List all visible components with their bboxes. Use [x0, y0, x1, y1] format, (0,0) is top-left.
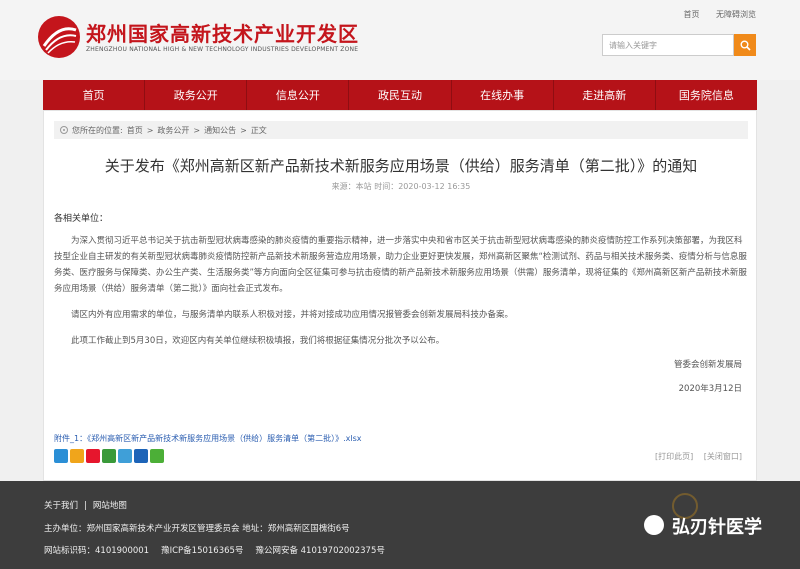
main-nav: 首页 政务公开 信息公开 政民互动 在线办事 走进高新 国务院信息 [43, 80, 757, 110]
article-paragraph: 为深入贯彻习近平总书记关于抗击新型冠状病毒感染的肺炎疫情的重要指示精神，进一步落… [54, 236, 747, 294]
breadcrumb-separator: > [240, 125, 247, 135]
share-renren-icon[interactable] [134, 449, 148, 463]
nav-home[interactable]: 首页 [43, 80, 146, 110]
breadcrumb: 您所在的位置: 首页 > 政务公开 > 通知公告 > 正文 [54, 121, 748, 139]
page-actions: [打印此页] [关闭窗口] [647, 451, 742, 462]
breadcrumb-item-gov-affairs[interactable]: 政务公开 [157, 125, 189, 136]
search-icon [740, 40, 751, 51]
breadcrumb-item-current: 正文 [250, 125, 267, 135]
footer-links: 关于我们 | 网站地图 [44, 499, 127, 511]
location-pin-icon [60, 126, 68, 134]
article-panel: 您所在的位置: 首页 > 政务公开 > 通知公告 > 正文 关于发布《郑州高新区… [43, 110, 757, 481]
top-link-accessibility[interactable]: 无障碍浏览 [716, 10, 756, 19]
footer-host: 主办单位：郑州国家高新技术产业开发区管理委员会 地址：郑州高新区国槐街6号 [44, 524, 350, 534]
print-page-button[interactable]: [打印此页] [655, 452, 693, 461]
breadcrumb-item-home[interactable]: 首页 [127, 125, 143, 136]
footer-police[interactable]: 豫公网安备 41019702002375号 [255, 546, 384, 556]
article-paragraph: 请区内外有应用需求的单位，与服务清单内联系人积极对接，并将对接成功应用情况报管委… [71, 310, 514, 320]
nav-interaction[interactable]: 政民互动 [349, 80, 452, 110]
breadcrumb-prefix: 您所在的位置: [72, 125, 123, 135]
share-weibo-icon[interactable] [86, 449, 100, 463]
nav-state-council[interactable]: 国务院信息 [656, 80, 757, 110]
footer-icp[interactable]: 豫ICP备15016365号 [161, 546, 243, 556]
watermark-text: 弘刃针医学 [672, 517, 762, 538]
article-paragraph: 此项工作截止到5月30日，欢迎区内有关单位继续积极填报，我们将根据征集情况分批次… [71, 336, 445, 346]
footer-divider: | [84, 501, 87, 511]
site-footer: 关于我们 | 网站地图 主办单位：郑州国家高新技术产业开发区管理委员会 地址：郑州高… [0, 481, 800, 569]
site-title: 郑州国家高新技术产业开发区 [86, 22, 359, 46]
article-signature: 管委会创新发展局 [673, 360, 742, 370]
article-title: 关于发布《郑州高新区新产品新技术新服务应用场景（供给）服务清单（第二批）》的通知 [104, 157, 698, 175]
article-meta: 来源：本站 时间：2020-03-12 16:35 [331, 182, 471, 191]
share-tqq-icon[interactable] [118, 449, 132, 463]
close-window-button[interactable]: [关闭窗口] [704, 452, 742, 461]
breadcrumb-separator: > [193, 125, 201, 135]
page: 郑州国家高新技术产业开发区 ZHENGZHOU NATIONAL HIGH & … [0, 0, 800, 569]
site-logo-icon[interactable] [38, 16, 80, 58]
nav-about-zone[interactable]: 走进高新 [554, 80, 656, 110]
share-douban-icon[interactable] [102, 449, 116, 463]
share-bar [54, 449, 164, 463]
site-subtitle: ZHENGZHOU NATIONAL HIGH & NEW TECHNOLOGY… [86, 46, 359, 53]
nav-gov-affairs[interactable]: 政务公开 [145, 80, 248, 110]
nav-info-disclosure[interactable]: 信息公开 [247, 80, 350, 110]
search-input[interactable]: 请输入关键字 [602, 34, 734, 56]
footer-link-sitemap[interactable]: 网站地图 [93, 501, 127, 511]
breadcrumb-separator: > [146, 125, 154, 135]
nav-online-service[interactable]: 在线办事 [452, 80, 554, 110]
share-qzone-icon[interactable] [70, 449, 84, 463]
search-button[interactable] [734, 34, 756, 56]
top-links: 首页 无障碍浏览 [669, 9, 756, 20]
wechat-watermark-icon [644, 515, 664, 535]
site-header: 郑州国家高新技术产业开发区 ZHENGZHOU NATIONAL HIGH & … [0, 0, 800, 80]
footer-site-code: 网站标识码：4101900001 [44, 546, 150, 556]
attachment-link[interactable]: 附件_1：《郑州高新区新产品新技术新服务应用场景（供给）服务清单（第二批）》.x… [54, 433, 362, 444]
footer-link-about[interactable]: 关于我们 [44, 501, 78, 511]
article-salutation: 各相关单位： [54, 214, 109, 224]
top-link-home[interactable]: 首页 [683, 10, 699, 19]
share-wechat-icon[interactable] [150, 449, 164, 463]
article-date: 2020年3月12日 [678, 384, 742, 394]
share-more-icon[interactable] [54, 449, 68, 463]
footer-registration: 网站标识码：4101900001 豫ICP备15016365号 豫公网安备 4101… [44, 544, 385, 556]
breadcrumb-item-notices[interactable]: 通知公告 [204, 125, 236, 136]
